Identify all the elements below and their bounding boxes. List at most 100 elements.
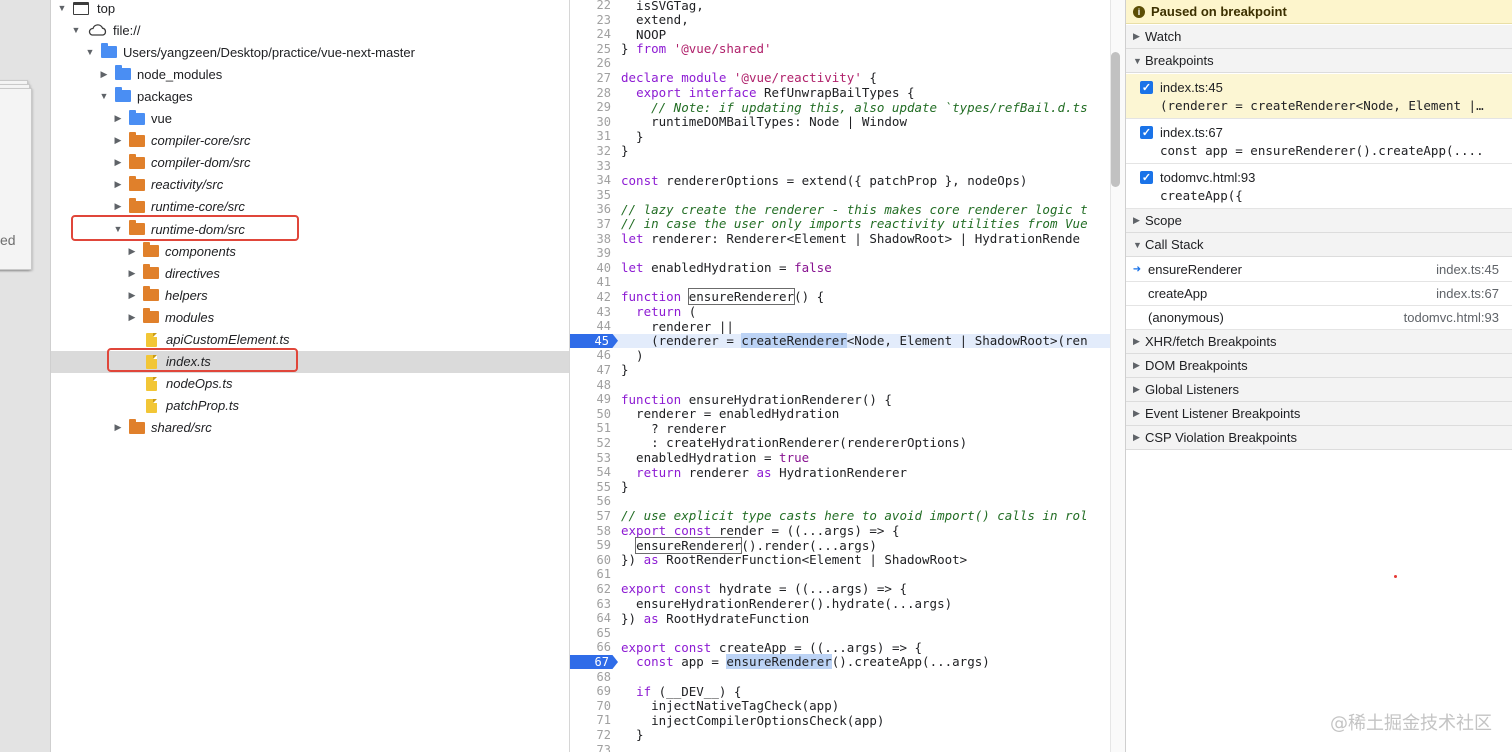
expand-triangle-icon[interactable]: ▶ bbox=[113, 179, 123, 190]
line-number[interactable]: 47 bbox=[570, 363, 614, 377]
line-number[interactable]: 22 bbox=[570, 0, 614, 12]
tree-item[interactable]: ▶ vue bbox=[51, 108, 569, 130]
code-line[interactable]: 56 bbox=[570, 494, 1110, 509]
line-number[interactable]: 29 bbox=[570, 100, 614, 114]
line-number[interactable]: 43 bbox=[570, 305, 614, 319]
code-line[interactable]: 62 export const hydrate = ((...args) => { bbox=[570, 581, 1110, 596]
tree-item[interactable]: ▶ modules bbox=[51, 306, 569, 328]
code-line[interactable]: 60}) as RootRenderFunction<Element | Sha… bbox=[570, 552, 1110, 567]
code-line[interactable]: 23 extend, bbox=[570, 12, 1110, 27]
breakpoint-marker[interactable]: 45 bbox=[570, 333, 618, 349]
code-line[interactable]: 51 ? renderer bbox=[570, 421, 1110, 436]
tree-item[interactable]: ▶ shared/src bbox=[51, 417, 569, 439]
watch-pane-header[interactable]: ▶ Watch bbox=[1126, 25, 1512, 49]
tree-item[interactable]: ▼ top bbox=[51, 0, 569, 19]
line-number[interactable]: 35 bbox=[570, 188, 614, 202]
line-number[interactable]: 61 bbox=[570, 567, 614, 581]
code-line[interactable]: 42 function ensureRenderer() { bbox=[570, 288, 1110, 306]
line-number[interactable]: 55 bbox=[570, 480, 614, 494]
call-frame-row[interactable]: ➜ ensureRenderer index.ts:45 bbox=[1126, 258, 1512, 282]
line-number[interactable]: 60 bbox=[570, 553, 614, 567]
checkbox-checked-icon[interactable]: ✓ bbox=[1140, 81, 1153, 94]
line-number[interactable]: 48 bbox=[570, 378, 614, 392]
code-line[interactable]: 52 : createHydrationRenderer(rendererOpt… bbox=[570, 435, 1110, 450]
checkbox-checked-icon[interactable]: ✓ bbox=[1140, 171, 1153, 184]
code-line[interactable]: 33 bbox=[570, 158, 1110, 173]
tree-item[interactable]: ▶ reactivity/src bbox=[51, 174, 569, 196]
csp-violation-breakpoints-pane-header[interactable]: ▶ CSP Violation Breakpoints bbox=[1126, 426, 1512, 450]
code-line[interactable]: 6767 const app = ensureRenderer().create… bbox=[570, 654, 1110, 670]
line-number[interactable]: 44 bbox=[570, 319, 614, 333]
code-line[interactable]: 71 injectCompilerOptionsCheck(app) bbox=[570, 713, 1110, 728]
line-number[interactable]: 40 bbox=[570, 261, 614, 275]
callstack-pane-header[interactable]: ▼ Call Stack bbox=[1126, 233, 1512, 257]
tree-item[interactable]: ▶ compiler-core/src bbox=[51, 130, 569, 152]
file-navigator[interactable]: ▼ top ▼ file:// ▼ Users/yangzeen/Desktop/prac… bbox=[51, 0, 569, 752]
call-frame-row[interactable]: (anonymous) todomvc.html:93 bbox=[1126, 306, 1512, 330]
line-number[interactable]: 57 bbox=[570, 509, 614, 523]
line-number[interactable]: 41 bbox=[570, 275, 614, 289]
tree-item[interactable]: ▶ helpers bbox=[51, 284, 569, 306]
code-line[interactable]: 35 bbox=[570, 188, 1110, 203]
code-line[interactable]: 34 const rendererOptions = extend({ patch… bbox=[570, 173, 1110, 188]
tree-item[interactable]: ▶ directives bbox=[51, 262, 569, 284]
line-number[interactable]: 33 bbox=[570, 159, 614, 173]
code-line[interactable]: 44 renderer || bbox=[570, 319, 1110, 334]
breakpoint-item[interactable]: ✓ index.ts:67 const app = ensureRenderer… bbox=[1126, 119, 1512, 164]
call-frame-location[interactable]: index.ts:45 bbox=[1436, 262, 1512, 277]
expand-triangle-icon[interactable]: ▶ bbox=[113, 201, 123, 212]
collapse-triangle-icon[interactable]: ▼ bbox=[57, 3, 67, 13]
line-number[interactable]: 58 bbox=[570, 524, 614, 538]
editor-scrollbar-thumb[interactable] bbox=[1111, 52, 1120, 187]
code-line[interactable]: 54 return renderer as HydrationRenderer bbox=[570, 465, 1110, 480]
scope-pane-header[interactable]: ▶ Scope bbox=[1126, 209, 1512, 233]
line-number[interactable]: 49 bbox=[570, 392, 614, 406]
line-number[interactable]: 52 bbox=[570, 436, 614, 450]
code-line[interactable]: 73 bbox=[570, 742, 1110, 752]
expand-triangle-icon[interactable]: ▶ bbox=[127, 246, 137, 256]
line-number[interactable]: 70 bbox=[570, 699, 614, 713]
collapse-triangle-icon[interactable]: ▼ bbox=[71, 25, 81, 35]
code-line[interactable]: 22 isSVGTag, bbox=[570, 0, 1110, 13]
code-line[interactable]: 46 ) bbox=[570, 348, 1110, 363]
breakpoint-item[interactable]: ✓ todomvc.html:93 createApp({ bbox=[1126, 164, 1512, 209]
checkbox-checked-icon[interactable]: ✓ bbox=[1140, 126, 1153, 139]
code-line[interactable]: 64}) as RootHydrateFunction bbox=[570, 611, 1110, 626]
code-line[interactable]: 70 injectNativeTagCheck(app) bbox=[570, 698, 1110, 713]
collapse-triangle-icon[interactable]: ▼ bbox=[85, 47, 95, 57]
line-number[interactable]: 37 bbox=[570, 217, 614, 231]
expand-triangle-icon[interactable]: ▶ bbox=[99, 69, 109, 79]
code-line[interactable]: 39 bbox=[570, 246, 1110, 261]
code-line[interactable]: 61 bbox=[570, 567, 1110, 582]
tree-item[interactable]: ▼ file:// bbox=[51, 19, 569, 41]
code-line[interactable]: 40 let enabledHydration = false bbox=[570, 260, 1110, 275]
line-number[interactable]: 50 bbox=[570, 407, 614, 421]
line-number[interactable]: 68 bbox=[570, 670, 614, 684]
line-number[interactable]: 36 bbox=[570, 202, 614, 216]
code-line[interactable]: 29 // Note: if updating this, also updat… bbox=[570, 100, 1110, 115]
code-editor[interactable]: 22 isSVGTag, 23 extend, 24 NOOP 25} from '@… bbox=[569, 0, 1110, 752]
code-line[interactable]: 49 function ensureHydrationRenderer() { bbox=[570, 392, 1110, 407]
tree-item[interactable]: ▼ Users/yangzeen/Desktop/practice/vue-nex… bbox=[51, 41, 569, 63]
code-line[interactable]: 31 } bbox=[570, 129, 1110, 144]
code-line[interactable]: 38 let renderer: Renderer<Element | Shado… bbox=[570, 231, 1110, 246]
code-line[interactable]: 37 // in case the user only imports react… bbox=[570, 216, 1110, 231]
line-number[interactable]: 31 bbox=[570, 129, 614, 143]
line-number[interactable]: 71 bbox=[570, 713, 614, 727]
expand-triangle-icon[interactable]: ▶ bbox=[113, 422, 123, 433]
tree-item[interactable]: ▶ components bbox=[51, 240, 569, 262]
line-number[interactable]: 53 bbox=[570, 451, 614, 465]
expand-triangle-icon[interactable]: ▶ bbox=[113, 113, 123, 124]
code-line[interactable]: 48 bbox=[570, 377, 1110, 392]
code-line[interactable]: 26 bbox=[570, 56, 1110, 71]
expand-triangle-icon[interactable]: ▶ bbox=[113, 157, 123, 168]
line-number[interactable]: 66 bbox=[570, 640, 614, 654]
code-line[interactable]: 72 } bbox=[570, 727, 1110, 742]
code-line[interactable]: 4545 (renderer = createRenderer<Node, El… bbox=[570, 333, 1110, 349]
expand-triangle-icon[interactable]: ▶ bbox=[127, 268, 137, 278]
tree-item[interactable]: ▶ compiler-dom/src bbox=[51, 152, 569, 174]
line-number[interactable]: 27 bbox=[570, 71, 614, 85]
code-line[interactable]: 66 export const createApp = ((...args) =>… bbox=[570, 640, 1110, 655]
code-line[interactable]: 58 export const render = ((...args) => { bbox=[570, 523, 1110, 538]
code-line[interactable]: 36 // lazy create the renderer - this mak… bbox=[570, 202, 1110, 217]
